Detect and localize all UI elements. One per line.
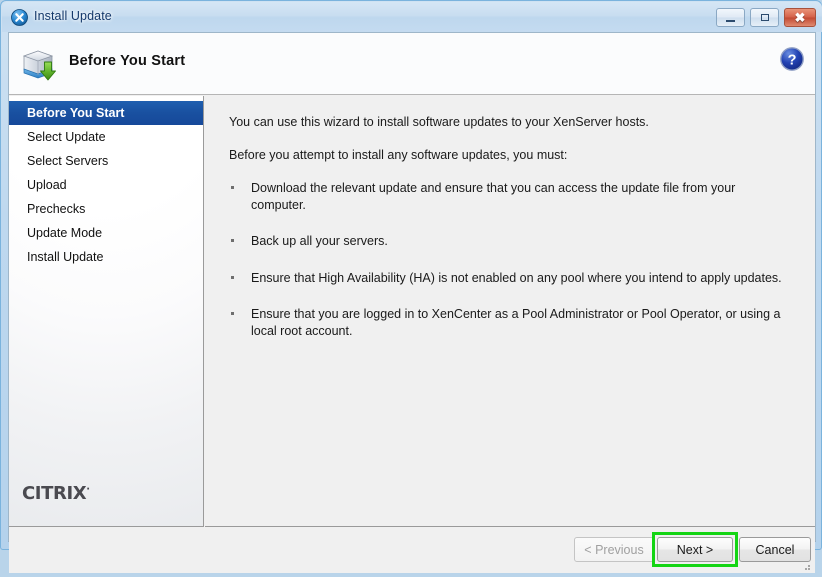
maximize-button[interactable]: [750, 8, 779, 27]
list-item: Ensure that you are logged in to XenCent…: [229, 306, 793, 341]
close-button[interactable]: ✖: [784, 8, 816, 27]
citrix-logo: CITRIX·: [22, 483, 90, 504]
sidebar-item-upload[interactable]: Upload: [9, 173, 203, 197]
prerequisite-intro-text: Before you attempt to install any softwa…: [229, 147, 568, 162]
sidebar-item-label: Select Update: [27, 130, 106, 144]
list-item: Download the relevant update and ensure …: [229, 180, 793, 215]
resize-grip-icon[interactable]: [800, 559, 812, 571]
wizard-header: Before You Start ?: [9, 33, 815, 95]
maximize-icon: [751, 9, 778, 26]
sidebar-item-label: Install Update: [27, 250, 104, 264]
wizard-sidebar: Before You Start Select Update Select Se…: [9, 96, 204, 527]
install-update-window: Install Update ✖ Before You Start ? Befo…: [0, 0, 822, 573]
window-title: Install Update: [34, 9, 112, 23]
dialog-button-bar: < Previous Next > Cancel: [9, 528, 815, 573]
intro-text: You can use this wizard to install softw…: [229, 115, 649, 129]
list-item: Ensure that High Availability (HA) is no…: [229, 270, 793, 287]
sidebar-item-prechecks[interactable]: Prechecks: [9, 197, 203, 221]
sidebar-item-select-update[interactable]: Select Update: [9, 125, 203, 149]
sidebar-item-label: Select Servers: [27, 154, 109, 168]
sidebar-item-before-you-start[interactable]: Before You Start: [9, 101, 203, 125]
registered-mark: ·: [86, 484, 90, 495]
svg-text:?: ?: [788, 52, 797, 68]
sidebar-item-label: Update Mode: [27, 226, 103, 240]
minimize-button[interactable]: [716, 8, 745, 27]
wizard-step-list: Before You Start Select Update Select Se…: [9, 101, 203, 269]
sidebar-item-label: Upload: [27, 178, 67, 192]
sidebar-item-install-update[interactable]: Install Update: [9, 245, 203, 269]
prerequisite-list: Download the relevant update and ensure …: [229, 180, 793, 341]
close-icon: ✖: [794, 10, 806, 25]
help-button[interactable]: ?: [779, 46, 805, 72]
minimize-icon: [717, 9, 744, 26]
sidebar-item-select-servers[interactable]: Select Servers: [9, 149, 203, 173]
page-title: Before You Start: [69, 53, 186, 69]
list-item: Back up all your servers.: [229, 233, 793, 250]
xencenter-close-circle-icon: [11, 9, 28, 26]
sidebar-item-label: Before You Start: [27, 106, 125, 120]
sidebar-item-label: Prechecks: [27, 202, 86, 216]
wizard-content: You can use this wizard to install softw…: [205, 96, 815, 527]
citrix-logo-text: CITRIX: [22, 483, 87, 504]
dialog-client-area: Before You Start ? Before You Start Sele…: [8, 32, 816, 573]
sidebar-item-update-mode[interactable]: Update Mode: [9, 221, 203, 245]
update-package-download-icon: [19, 43, 61, 85]
title-bar: Install Update ✖: [2, 2, 822, 32]
